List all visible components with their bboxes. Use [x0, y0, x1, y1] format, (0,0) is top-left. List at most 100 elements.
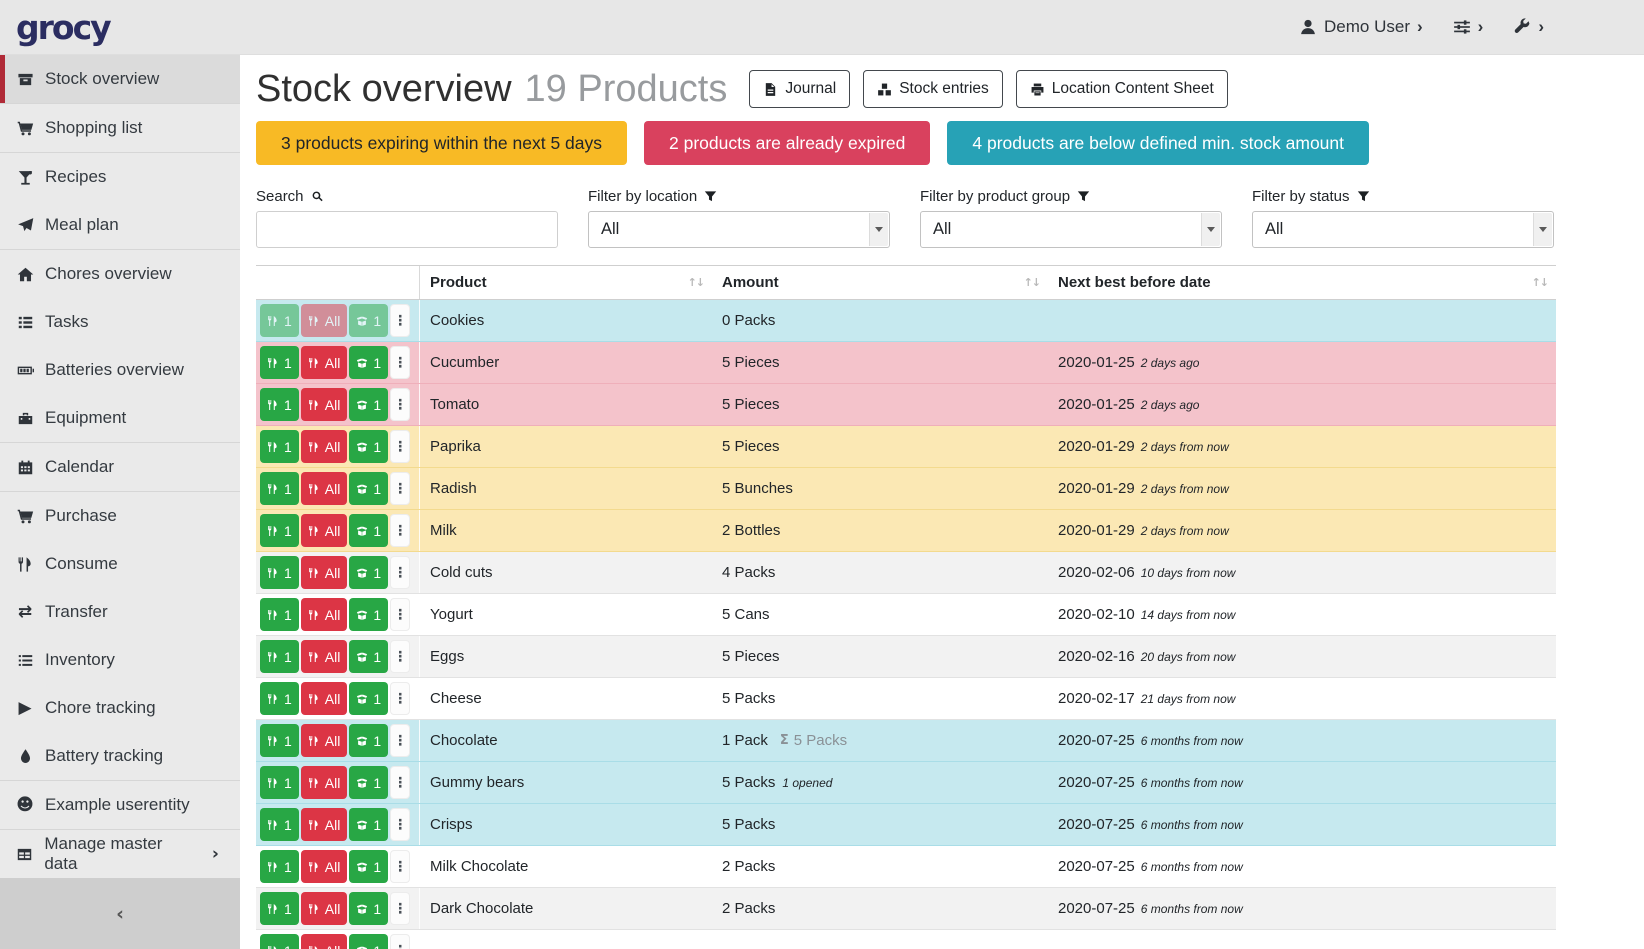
- consume-all-button[interactable]: All: [301, 514, 348, 547]
- consume-all-button[interactable]: All: [301, 598, 348, 631]
- consume-all-button[interactable]: All: [301, 682, 348, 715]
- user-menu[interactable]: Demo User ›: [1299, 17, 1423, 37]
- sidebar-item-chore-tracking[interactable]: ▶Chore tracking: [0, 684, 240, 732]
- consume-one-button[interactable]: 1: [260, 766, 299, 799]
- consume-all-button[interactable]: All: [301, 556, 348, 589]
- sidebar-item-recipes[interactable]: Recipes: [0, 153, 240, 201]
- stock-entries-button[interactable]: Stock entries: [863, 70, 1003, 108]
- sidebar-item-batteries-overview[interactable]: Batteries overview: [0, 346, 240, 394]
- open-box-icon: [356, 441, 368, 453]
- open-one-button[interactable]: 1: [349, 346, 388, 379]
- banner-expiring-soon[interactable]: 3 products expiring within the next 5 da…: [256, 121, 627, 165]
- sidebar-item-meal-plan[interactable]: Meal plan: [0, 201, 240, 249]
- journal-button[interactable]: Journal: [749, 70, 850, 108]
- consume-one-button[interactable]: 1: [260, 640, 299, 673]
- consume-one-button[interactable]: 1: [260, 892, 299, 925]
- row-menu-button[interactable]: ⋮: [390, 388, 410, 421]
- consume-one-button[interactable]: 1: [260, 304, 299, 337]
- row-menu-button[interactable]: ⋮: [390, 808, 410, 841]
- sidebar-item-purchase[interactable]: Purchase: [0, 492, 240, 540]
- banner-expired[interactable]: 2 products are already expired: [644, 121, 930, 165]
- sidebar-item-transfer[interactable]: ⇄Transfer: [0, 588, 240, 636]
- open-one-button[interactable]: 1: [349, 682, 388, 715]
- row-menu-button[interactable]: ⋮: [390, 640, 410, 673]
- sidebar-item-example-userentity[interactable]: ☻Example userentity: [0, 781, 240, 829]
- sidebar-item-shopping-list[interactable]: Shopping list: [0, 104, 240, 152]
- column-header-product[interactable]: Product ↑↓: [420, 266, 712, 299]
- row-menu-button[interactable]: ⋮: [390, 556, 410, 589]
- open-one-button[interactable]: 1: [349, 304, 388, 337]
- sidebar-item-consume[interactable]: Consume: [0, 540, 240, 588]
- consume-all-button[interactable]: All: [301, 808, 348, 841]
- open-one-button[interactable]: 1: [349, 514, 388, 547]
- consume-one-button[interactable]: 1: [260, 472, 299, 505]
- product-group-filter-select[interactable]: All: [920, 211, 1222, 248]
- consume-all-button[interactable]: All: [301, 472, 348, 505]
- settings-menu[interactable]: ›: [1453, 17, 1484, 37]
- sidebar-item-battery-tracking[interactable]: Battery tracking: [0, 732, 240, 780]
- consume-all-button[interactable]: All: [301, 304, 348, 337]
- consume-one-button[interactable]: 1: [260, 556, 299, 589]
- open-one-button[interactable]: 1: [349, 892, 388, 925]
- location-filter-select[interactable]: All: [588, 211, 890, 248]
- consume-one-button[interactable]: 1: [260, 850, 299, 883]
- app-logo[interactable]: grocy: [16, 8, 110, 47]
- row-menu-button[interactable]: ⋮: [390, 304, 410, 337]
- row-menu-button[interactable]: ⋮: [390, 346, 410, 379]
- row-menu-button[interactable]: ⋮: [390, 766, 410, 799]
- consume-all-button[interactable]: All: [301, 766, 348, 799]
- sidebar-item-equipment[interactable]: Equipment: [0, 394, 240, 442]
- consume-one-button[interactable]: 1: [260, 724, 299, 757]
- open-one-button[interactable]: 1: [349, 850, 388, 883]
- consume-one-button[interactable]: 1: [260, 514, 299, 547]
- consume-one-button[interactable]: 1: [260, 388, 299, 421]
- row-menu-button[interactable]: ⋮: [390, 598, 410, 631]
- open-one-button[interactable]: 1: [349, 640, 388, 673]
- sidebar-collapse-button[interactable]: ‹: [0, 878, 240, 949]
- consume-one-button[interactable]: 1: [260, 430, 299, 463]
- sidebar-item-chores-overview[interactable]: Chores overview: [0, 250, 240, 298]
- row-menu-button[interactable]: ⋮: [390, 724, 410, 757]
- column-header-amount[interactable]: Amount ↑↓: [712, 266, 1048, 299]
- open-one-button[interactable]: 1: [349, 472, 388, 505]
- consume-all-button[interactable]: All: [301, 724, 348, 757]
- search-input[interactable]: [256, 211, 558, 248]
- admin-menu[interactable]: ›: [1513, 17, 1544, 37]
- open-one-button[interactable]: 1: [349, 598, 388, 631]
- row-menu-button[interactable]: ⋮: [390, 934, 410, 949]
- sidebar-item-inventory[interactable]: Inventory: [0, 636, 240, 684]
- column-header-next-best-before-date[interactable]: Next best before date ↑↓: [1048, 266, 1556, 299]
- banner-below-min-stock[interactable]: 4 products are below defined min. stock …: [947, 121, 1369, 165]
- row-menu-button[interactable]: ⋮: [390, 682, 410, 715]
- row-menu-button[interactable]: ⋮: [390, 472, 410, 505]
- open-one-button[interactable]: 1: [349, 808, 388, 841]
- sidebar-item-tasks[interactable]: Tasks: [0, 298, 240, 346]
- consume-all-button[interactable]: All: [301, 430, 348, 463]
- row-menu-button[interactable]: ⋮: [390, 892, 410, 925]
- consume-one-button[interactable]: 1: [260, 682, 299, 715]
- consume-all-button[interactable]: All: [301, 850, 348, 883]
- row-menu-button[interactable]: ⋮: [390, 430, 410, 463]
- open-one-button[interactable]: 1: [349, 934, 388, 949]
- open-one-button[interactable]: 1: [349, 388, 388, 421]
- open-one-button[interactable]: 1: [349, 766, 388, 799]
- consume-all-button[interactable]: All: [301, 934, 348, 949]
- row-menu-button[interactable]: ⋮: [390, 514, 410, 547]
- consume-all-button[interactable]: All: [301, 388, 348, 421]
- sidebar-item-stock-overview[interactable]: Stock overview: [0, 55, 240, 103]
- sidebar-item-manage-master-data[interactable]: Manage master data›: [0, 830, 240, 878]
- consume-one-button[interactable]: 1: [260, 346, 299, 379]
- status-filter-select[interactable]: All: [1252, 211, 1554, 248]
- consume-all-button[interactable]: All: [301, 640, 348, 673]
- open-one-button[interactable]: 1: [349, 556, 388, 589]
- sidebar-item-calendar[interactable]: Calendar: [0, 443, 240, 491]
- open-one-button[interactable]: 1: [349, 724, 388, 757]
- row-menu-button[interactable]: ⋮: [390, 850, 410, 883]
- consume-one-button[interactable]: 1: [260, 598, 299, 631]
- consume-one-button[interactable]: 1: [260, 934, 299, 949]
- consume-all-button[interactable]: All: [301, 346, 348, 379]
- consume-all-button[interactable]: All: [301, 892, 348, 925]
- open-one-button[interactable]: 1: [349, 430, 388, 463]
- location-content-sheet-button[interactable]: Location Content Sheet: [1016, 70, 1228, 108]
- consume-one-button[interactable]: 1: [260, 808, 299, 841]
